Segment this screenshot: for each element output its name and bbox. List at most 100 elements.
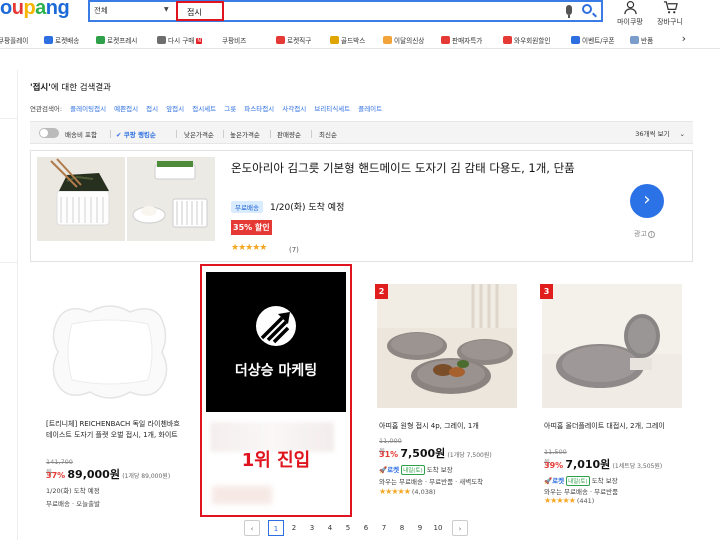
review-count: (7) <box>289 246 299 254</box>
delivery-fee-toggle[interactable] <box>39 128 59 138</box>
review-count: (4,038) <box>411 488 436 496</box>
microphone-icon[interactable] <box>566 5 572 18</box>
product-image[interactable] <box>377 284 521 424</box>
next-page-button[interactable]: › <box>452 520 468 536</box>
new-badge: N <box>196 38 203 44</box>
rank-first-text: 1위 진입 <box>241 450 311 471</box>
returns-icon <box>630 36 639 44</box>
category-select[interactable]: 전체 <box>94 5 108 16</box>
sort-high-price[interactable]: 높은가격순 <box>230 129 260 139</box>
rocket-direct-icon <box>276 36 285 44</box>
rocket-icon: 🚀 <box>379 466 388 474</box>
divider <box>223 130 224 138</box>
divider <box>270 130 271 138</box>
page-link[interactable]: 9 <box>412 520 428 536</box>
delivery-date: 1/20(화) 도착 예정 <box>46 487 100 495</box>
related-keywords: 연관검색어: 플레이팅접시 예쁜접시 접시 앞접시 접시세트 그릇 파스타접시 … <box>30 105 383 113</box>
category-item-rocket-fresh[interactable]: 로켓프레시 <box>96 35 137 45</box>
sale-price: 37% 89,000원 (1개당 89,000원) <box>46 468 171 481</box>
product-name[interactable]: 아띠홈 올더플레이트 대접시, 2개, 그레이 <box>544 421 684 432</box>
category-item-rocket-direct[interactable]: 로켓직구 <box>276 35 311 45</box>
ad-product-image-2[interactable] <box>127 157 215 241</box>
related-keyword[interactable]: 그릇 <box>224 105 236 113</box>
page-link[interactable]: 6 <box>358 520 374 536</box>
related-keyword[interactable]: 플레이팅접시 <box>70 105 106 113</box>
discount-badge: 35% 할인 <box>231 220 272 235</box>
next-ad-button[interactable]: › <box>630 184 664 218</box>
category-item-goldbox[interactable]: 골드박스 <box>330 35 365 45</box>
sort-low-price[interactable]: 낮은가격순 <box>184 129 214 139</box>
left-filter-column <box>0 70 18 540</box>
sort-ranking[interactable]: ✔ 쿠팡 랭킹순 <box>116 129 156 139</box>
related-keyword[interactable]: 앞접시 <box>166 105 184 113</box>
category-item-coupang-play[interactable]: 쿠팡플레이 <box>0 35 28 45</box>
related-keyword[interactable]: 플레이트 <box>358 105 382 113</box>
tomorrow-badge: 내일(토) <box>401 465 425 475</box>
ad-title[interactable]: 온도아리아 김그릇 기본형 핸드메이드 도자기 김 감태 다용도, 1개, 단품 <box>231 159 631 178</box>
pagination: ‹ 1 2 3 4 5 6 7 8 9 10 › <box>0 517 720 540</box>
rebuy-icon <box>157 36 166 44</box>
category-item-rocket-delivery[interactable]: 로켓배송 <box>44 35 79 45</box>
header: oupang 전체 ▼ 접시 마이쿠팡 장바구니 <box>0 0 720 30</box>
my-coupang-label: 마이쿠팡 <box>617 18 643 26</box>
ad-product-image[interactable] <box>37 157 125 241</box>
cart-button[interactable]: 장바구니 <box>652 0 688 27</box>
category-item-biz[interactable]: 쿠팡비즈 <box>222 35 246 45</box>
oval-plate-illustration <box>38 282 182 422</box>
page-link[interactable]: 4 <box>322 520 338 536</box>
chevron-right-icon: › <box>643 189 651 210</box>
ad-delivery-date: 1/20(화) 도착 예정 <box>270 203 345 213</box>
category-item-events[interactable]: 이벤트/쿠폰 <box>571 35 615 45</box>
category-item-new-arrivals[interactable]: 이달의신상 <box>383 35 424 45</box>
page-link[interactable]: 1 <box>268 520 284 536</box>
search-input[interactable]: 접시 <box>176 1 224 21</box>
sale-price: 39% 7,010원 (1세트당 3,505원) <box>544 458 663 471</box>
related-keyword[interactable]: 접시세트 <box>192 105 216 113</box>
category-item-rebuy[interactable]: 다시 구매 N <box>157 35 203 45</box>
product-name[interactable]: 아띠홈 원형 접시 4p, 그레이, 1개 <box>379 421 519 432</box>
sponsored-ad[interactable]: 온도아리아 김그릇 기본형 핸드메이드 도자기 김 감태 다용도, 1개, 단품… <box>30 150 693 262</box>
page-link[interactable]: 8 <box>394 520 410 536</box>
rank-badge: 3 <box>540 284 553 299</box>
chevron-down-icon[interactable]: ▼ <box>164 6 169 13</box>
product-image[interactable] <box>38 282 182 422</box>
ad-label[interactable]: 광고 i <box>634 229 655 239</box>
per-page-select[interactable]: 36개씩 보기 ⌄ <box>635 128 685 138</box>
my-coupang-button[interactable]: 마이쿠팡 <box>612 0 648 27</box>
category-item-returns[interactable]: 반품 <box>630 35 653 45</box>
rating: ★★★★★ (441) <box>544 496 594 505</box>
page-link[interactable]: 2 <box>286 520 302 536</box>
search-results-page: { "header": { "logo": ["o","u","p","a","… <box>0 0 720 540</box>
marketing-text: 더상승 마케팅 <box>234 363 318 379</box>
search-icon[interactable] <box>582 4 592 14</box>
product-name[interactable]: [트리니체] REICHENBACH 독일 라이첸바흐 테이스트 도자기 플랫 … <box>46 419 180 441</box>
sort-sales[interactable]: 판매량순 <box>277 129 301 139</box>
related-keyword[interactable]: 브리티식세트 <box>314 105 350 113</box>
category-item-seller-deals[interactable]: 판매자특가 <box>441 35 482 45</box>
sort-latest[interactable]: 최신순 <box>319 129 337 139</box>
cart-icon <box>663 1 678 14</box>
coupang-logo[interactable]: oupang <box>0 0 70 20</box>
related-keyword[interactable]: 사각접시 <box>282 105 306 113</box>
prev-page-button[interactable]: ‹ <box>244 520 260 536</box>
search-bar: 전체 ▼ 접시 <box>88 0 603 22</box>
related-keyword[interactable]: 예쁜접시 <box>114 105 138 113</box>
page-link[interactable]: 5 <box>340 520 356 536</box>
product-image[interactable] <box>542 284 686 424</box>
related-keyword[interactable]: 파스타접시 <box>244 105 274 113</box>
category-item-wow-discount[interactable]: 와우회원할인 <box>503 35 550 45</box>
blurred-price <box>212 486 272 504</box>
divider <box>311 130 312 138</box>
gray-plate-illustration <box>542 284 682 408</box>
page-link[interactable]: 3 <box>304 520 320 536</box>
related-keyword[interactable]: 접시 <box>146 105 158 113</box>
rating-stars: ★★★★★ <box>544 496 576 505</box>
seaweed-dish-illustration <box>37 157 125 241</box>
divider <box>176 130 177 138</box>
page-link[interactable]: 7 <box>376 520 392 536</box>
chevron-right-icon[interactable]: › <box>682 32 686 45</box>
rocket-icon: 🚀 <box>544 477 553 485</box>
page-link[interactable]: 10 <box>430 520 446 536</box>
highlighted-product-card[interactable]: 더상승 마케팅 1위 진입 <box>200 264 352 517</box>
arrow-up-logo-icon <box>256 306 296 346</box>
